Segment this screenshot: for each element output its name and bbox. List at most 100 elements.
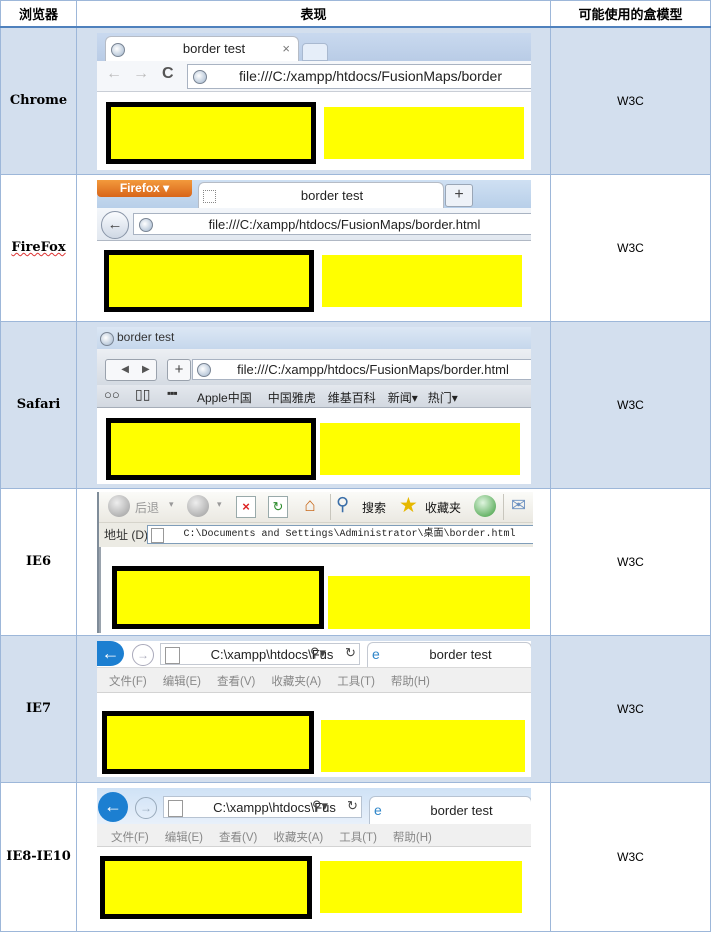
menu-item[interactable]: 收藏夹(A) bbox=[271, 676, 321, 688]
address-bar[interactable]: C:\xampp\htdocs\Fus bbox=[163, 795, 362, 818]
safari-icon bbox=[100, 331, 114, 346]
bordered-yellow-box bbox=[100, 855, 312, 919]
url-text: C:\Documents and Settings\Administrator\… bbox=[183, 528, 516, 540]
firefox-menu-button[interactable]: Firefox ▾ bbox=[97, 179, 192, 197]
media-icon[interactable] bbox=[474, 494, 496, 517]
forward-icon[interactable]: → bbox=[132, 643, 154, 666]
plain-yellow-box bbox=[328, 575, 530, 629]
browser-box-model-table: 浏览器 表现 可能使用的盒模型 Chrome border test × ← →… bbox=[0, 0, 711, 932]
menu-item[interactable]: 查看(V) bbox=[217, 676, 255, 688]
bordered-yellow-box bbox=[104, 249, 314, 312]
plain-yellow-box bbox=[320, 860, 522, 913]
bookmark-link[interactable]: Apple中国 bbox=[197, 391, 252, 405]
menu-items: 文件(F) 编辑(E) 查看(V) 收藏夹(A) 工具(T) 帮助(H) bbox=[111, 829, 448, 845]
bookmarks-icon[interactable]: ▯▯ bbox=[135, 386, 150, 403]
reading-list-icon[interactable]: ○○ bbox=[104, 387, 120, 402]
search-icon[interactable]: ⚲▾ bbox=[310, 645, 326, 661]
address-bar[interactable]: C:\Documents and Settings\Administrator\… bbox=[147, 524, 533, 544]
document-page: 浏览器 表现 可能使用的盒模型 Chrome border test × ← →… bbox=[0, 0, 711, 934]
menu-item[interactable]: 编辑(E) bbox=[165, 832, 203, 844]
new-tab-button[interactable]: + bbox=[445, 183, 473, 207]
search-label[interactable]: 搜索 bbox=[362, 499, 386, 516]
forward-icon[interactable]: → bbox=[133, 65, 149, 83]
browser-name: FireFox bbox=[0, 173, 77, 322]
separator bbox=[503, 493, 504, 520]
page-icon bbox=[151, 527, 164, 543]
refresh-icon[interactable]: ↻ bbox=[347, 798, 358, 814]
plain-yellow-box bbox=[324, 107, 524, 159]
globe-icon bbox=[197, 362, 211, 377]
menu-item[interactable]: 文件(F) bbox=[109, 676, 147, 688]
browser-name: IE7 bbox=[0, 634, 77, 783]
bookmark-link[interactable]: 热门▾ bbox=[428, 391, 458, 405]
table-row: Safari border test ◀ ▶ + file:///C:/xampp… bbox=[0, 320, 711, 489]
menu-item[interactable]: 帮助(H) bbox=[393, 832, 432, 844]
close-icon[interactable]: × bbox=[282, 37, 290, 61]
page-icon bbox=[165, 646, 180, 664]
header-appearance: 表现 bbox=[76, 0, 551, 28]
bookmark-link[interactable]: 中国雅虎 bbox=[268, 391, 316, 405]
back-icon[interactable] bbox=[108, 494, 130, 517]
menu-item[interactable]: 查看(V) bbox=[219, 832, 257, 844]
screenshot-cell: 后退 ▾ ▾ × ↻ ⌂ ⚲ 搜索 ★ 收藏夹 ✉ 地址 (D) C:\Docu… bbox=[76, 487, 551, 636]
bordered-yellow-box bbox=[112, 565, 324, 629]
safari-screenshot: border test ◀ ▶ + file:///C:/xampp/htdocs… bbox=[97, 326, 531, 484]
address-bar[interactable]: file:///C:/xampp/htdocs/FusionMaps/borde… bbox=[192, 358, 531, 380]
tab-border-test[interactable]: border test × bbox=[105, 36, 299, 61]
bookmark-links: Apple中国 中国雅虎 维基百科 新闻▾ 热门▾ bbox=[197, 389, 474, 406]
menu-item[interactable]: 编辑(E) bbox=[163, 676, 201, 688]
dropdown-icon[interactable]: ▾ bbox=[169, 499, 174, 510]
back-button[interactable]: ← bbox=[101, 210, 129, 239]
ie7-screenshot: ← → C:\xampp\htdocs\Fus ⚲▾ ↻ e border te… bbox=[97, 640, 531, 777]
bookmark-link[interactable]: 维基百科 bbox=[328, 391, 376, 405]
forward-icon[interactable]: → bbox=[135, 796, 157, 819]
mail-icon[interactable]: ✉ bbox=[511, 495, 526, 516]
favorites-label[interactable]: 收藏夹 bbox=[425, 499, 461, 516]
browser-name-text: FireFox bbox=[11, 240, 66, 255]
url-text: file:///C:/xampp/htdocs/FusionMaps/borde… bbox=[238, 68, 502, 84]
back-icon[interactable]: ← bbox=[106, 65, 122, 83]
tab-border-test[interactable]: e border test bbox=[369, 795, 531, 824]
refresh-icon[interactable]: ↻ bbox=[268, 495, 288, 518]
screenshot-cell: border test ◀ ▶ + file:///C:/xampp/htdocs… bbox=[76, 320, 551, 489]
back-label[interactable]: 后退 bbox=[135, 499, 159, 516]
table-row: IE7 ← → C:\xampp\htdocs\Fus ⚲▾ ↻ e borde… bbox=[0, 634, 711, 783]
menu-item[interactable]: 文件(F) bbox=[111, 832, 149, 844]
back-icon[interactable]: ← bbox=[98, 791, 128, 822]
header-box-model: 可能使用的盒模型 bbox=[550, 0, 711, 28]
menu-item[interactable]: 帮助(H) bbox=[391, 676, 430, 688]
address-bar[interactable]: file:///C:/xampp/htdocs/FusionMaps/borde… bbox=[187, 64, 531, 89]
tab-title: border test bbox=[429, 646, 492, 662]
refresh-icon[interactable]: ↻ bbox=[345, 645, 356, 661]
add-bookmark-button[interactable]: + bbox=[167, 358, 191, 381]
tab-title: border test bbox=[430, 802, 493, 818]
tab-border-test[interactable]: border test bbox=[198, 181, 444, 208]
menu-item[interactable]: 工具(T) bbox=[339, 832, 377, 844]
back-forward-buttons[interactable]: ◀ ▶ bbox=[105, 358, 157, 381]
globe-icon bbox=[139, 217, 153, 232]
favorites-star-icon[interactable]: ★ bbox=[399, 493, 418, 518]
bookmark-link[interactable]: 新闻▾ bbox=[388, 391, 418, 405]
menu-items: 文件(F) 编辑(E) 查看(V) 收藏夹(A) 工具(T) 帮助(H) bbox=[109, 673, 446, 689]
menu-item[interactable]: 工具(T) bbox=[337, 676, 375, 688]
table-row: Chrome border test × ← → C file:///C:/xa… bbox=[0, 26, 711, 175]
ie8-screenshot: ← → C:\xampp\htdocs\Fus ⚲▾ ↻ e border te… bbox=[97, 787, 531, 927]
menu-item[interactable]: 收藏夹(A) bbox=[273, 832, 323, 844]
address-bar[interactable]: file:///C:/xampp/htdocs/FusionMaps/borde… bbox=[133, 212, 531, 235]
home-icon[interactable]: ⌂ bbox=[298, 495, 322, 517]
top-sites-icon[interactable]: ▪▪▪ bbox=[167, 386, 178, 400]
address-bar[interactable]: C:\xampp\htdocs\Fus bbox=[160, 642, 360, 665]
search-icon[interactable]: ⚲ bbox=[336, 494, 349, 515]
tab-border-test[interactable]: e border test bbox=[367, 641, 531, 667]
stop-icon[interactable]: × bbox=[236, 495, 256, 518]
globe-icon bbox=[193, 70, 207, 84]
reload-icon[interactable]: C bbox=[162, 65, 174, 83]
forward-icon[interactable] bbox=[187, 494, 209, 517]
search-icon[interactable]: ⚲▾ bbox=[312, 798, 328, 814]
url-text: file:///C:/xampp/htdocs/FusionMaps/borde… bbox=[208, 216, 481, 232]
back-icon[interactable]: ← bbox=[97, 640, 124, 666]
new-tab-button[interactable] bbox=[302, 43, 328, 61]
box-model: W3C bbox=[550, 781, 711, 932]
box-model: W3C bbox=[550, 173, 711, 322]
dropdown-icon[interactable]: ▾ bbox=[217, 499, 222, 510]
